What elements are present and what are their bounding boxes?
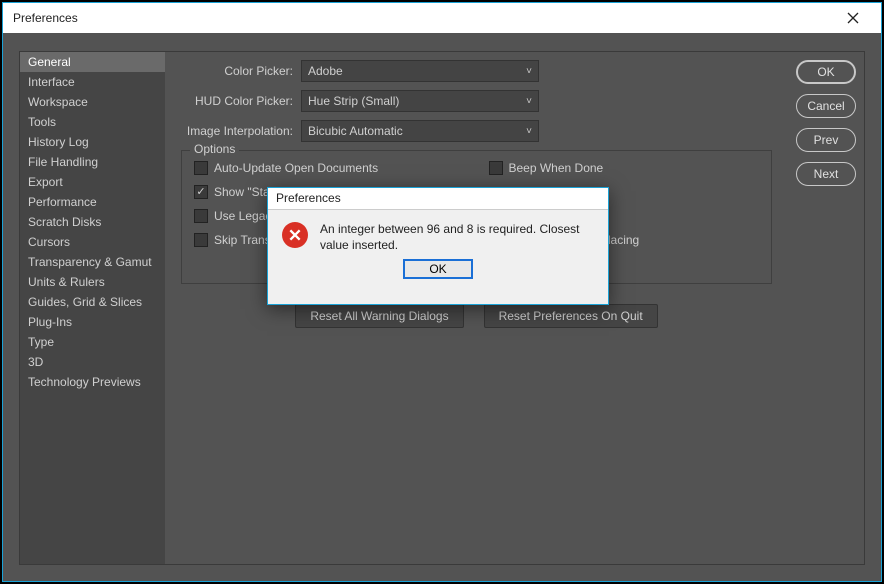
chevron-down-icon: ˅ <box>526 126 532 137</box>
content-panel: Color Picker: Adobe ˅ HUD Color Picker: … <box>165 52 784 564</box>
error-message: An integer between 96 and 8 is required.… <box>320 222 594 253</box>
sidebar-item-units-rulers[interactable]: Units & Rulers <box>20 272 165 292</box>
reset-warnings-button[interactable]: Reset All Warning Dialogs <box>295 304 463 328</box>
checkbox-icon <box>194 161 208 175</box>
dialog-button-column: OK Cancel Prev Next <box>784 52 864 564</box>
interpolation-value: Bicubic Automatic <box>308 124 403 138</box>
sidebar-item-file-handling[interactable]: File Handling <box>20 152 165 172</box>
window-title: Preferences <box>13 11 78 25</box>
color-picker-value: Adobe <box>308 64 343 78</box>
preferences-window: Preferences GeneralInterfaceWorkspaceToo… <box>2 2 882 582</box>
sidebar-item-general[interactable]: General <box>20 52 165 72</box>
sidebar-item-plug-ins[interactable]: Plug-Ins <box>20 312 165 332</box>
sidebar-item-3d[interactable]: 3D <box>20 352 165 372</box>
category-sidebar: GeneralInterfaceWorkspaceToolsHistory Lo… <box>20 52 165 564</box>
reset-prefs-button[interactable]: Reset Preferences On Quit <box>484 304 658 328</box>
checkbox-icon <box>194 185 208 199</box>
sidebar-item-export[interactable]: Export <box>20 172 165 192</box>
cancel-button[interactable]: Cancel <box>796 94 856 118</box>
close-button[interactable] <box>833 4 873 32</box>
sidebar-item-performance[interactable]: Performance <box>20 192 165 212</box>
sidebar-item-technology-previews[interactable]: Technology Previews <box>20 372 165 392</box>
chevron-down-icon: ˅ <box>526 96 532 107</box>
close-icon <box>847 12 859 24</box>
error-icon <box>282 222 308 248</box>
prev-button[interactable]: Prev <box>796 128 856 152</box>
option-checkbox[interactable]: Auto-Update Open Documents <box>194 161 465 175</box>
checkbox-icon <box>489 161 503 175</box>
color-picker-label: Color Picker: <box>181 64 301 78</box>
dialog-body: GeneralInterfaceWorkspaceToolsHistory Lo… <box>19 51 865 565</box>
checkbox-label: Auto-Update Open Documents <box>214 161 378 175</box>
hud-color-picker-select[interactable]: Hue Strip (Small) ˅ <box>301 90 539 112</box>
titlebar: Preferences <box>3 3 881 33</box>
sidebar-item-cursors[interactable]: Cursors <box>20 232 165 252</box>
error-dialog-title: Preferences <box>268 188 608 210</box>
hud-color-picker-value: Hue Strip (Small) <box>308 94 399 108</box>
sidebar-item-tools[interactable]: Tools <box>20 112 165 132</box>
checkbox-label: Beep When Done <box>509 161 604 175</box>
interpolation-select[interactable]: Bicubic Automatic ˅ <box>301 120 539 142</box>
sidebar-item-transparency-gamut[interactable]: Transparency & Gamut <box>20 252 165 272</box>
sidebar-item-guides-grid-slices[interactable]: Guides, Grid & Slices <box>20 292 165 312</box>
chevron-down-icon: ˅ <box>526 66 532 77</box>
sidebar-item-interface[interactable]: Interface <box>20 72 165 92</box>
checkbox-icon <box>194 233 208 247</box>
color-picker-select[interactable]: Adobe ˅ <box>301 60 539 82</box>
sidebar-item-scratch-disks[interactable]: Scratch Disks <box>20 212 165 232</box>
hud-color-picker-label: HUD Color Picker: <box>181 94 301 108</box>
next-button[interactable]: Next <box>796 162 856 186</box>
sidebar-item-workspace[interactable]: Workspace <box>20 92 165 112</box>
error-dialog: Preferences An integer between 96 and 8 … <box>267 187 609 305</box>
option-checkbox[interactable]: Beep When Done <box>489 161 760 175</box>
options-legend: Options <box>190 142 239 156</box>
ok-button[interactable]: OK <box>796 60 856 84</box>
sidebar-item-type[interactable]: Type <box>20 332 165 352</box>
checkbox-icon <box>194 209 208 223</box>
sidebar-item-history-log[interactable]: History Log <box>20 132 165 152</box>
error-ok-button[interactable]: OK <box>403 259 473 279</box>
interpolation-label: Image Interpolation: <box>181 124 301 138</box>
